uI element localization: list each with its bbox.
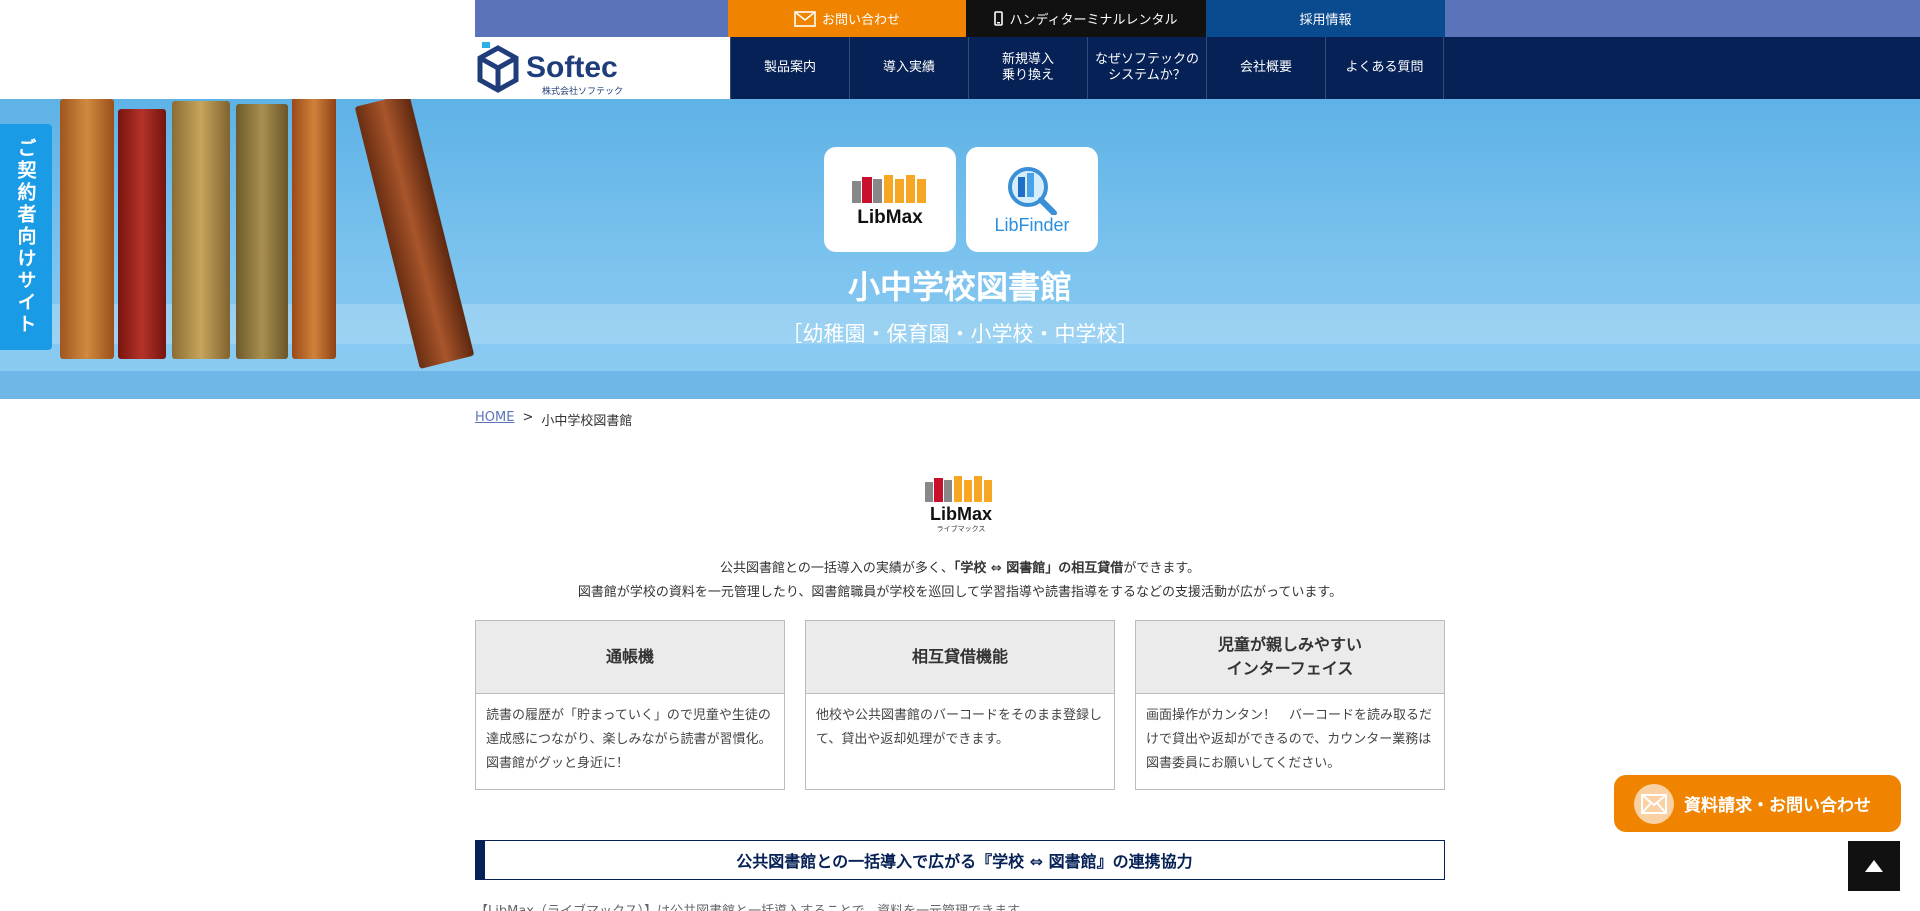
page-subtitle: ［幼稚園・保育園・小学校・中学校］ [781, 322, 1139, 346]
top-rental-label: ハンディターミナルレンタル [1009, 13, 1178, 28]
hero-banner [0, 99, 1920, 399]
intro-line1-post: ができます。 [1123, 561, 1201, 576]
arrow-up-icon [1865, 860, 1883, 872]
page-title: 小中学校図書館 [847, 268, 1072, 306]
intro-text: 公共図書館との一括導入の実績が多く、「学校 ⇔ 図書館」の相互貸借ができます。 … [475, 557, 1445, 605]
top-recruit-link[interactable]: 採用情報 [1206, 0, 1445, 37]
breadcrumb-current: 小中学校図書館 [541, 414, 633, 429]
feature-card-body: 他校や公共図書館のバーコードをそのまま登録して、貸出や返却処理ができます。 [816, 708, 1103, 747]
nav-new-switch[interactable]: 新規導入 乗り換え [968, 37, 1087, 99]
nav-company[interactable]: 会社概要 [1206, 37, 1325, 99]
libmax-logo-name: LibMax [929, 504, 992, 524]
nav-cases[interactable]: 導入実績 [849, 37, 968, 99]
libmax-books-icon [852, 174, 926, 203]
feature-card-interface: 児童が親しみやすい インターフェイス 画面操作がカンタン！ バーコードを読み取る… [1135, 620, 1445, 790]
floating-contact-button[interactable]: 資料請求・お問い合わせ [1614, 775, 1901, 832]
main-nav: 製品案内 導入実績 新規導入 乗り換え なぜソフテックの システムか？ 会社概要… [730, 37, 1444, 99]
intro-line1-pre: 公共図書館との一括導入の実績が多く、 [719, 561, 954, 576]
libmax-logo: LibMax ライブマックス [916, 474, 1006, 540]
intro-line1-bold: 「学校 ⇔ 図書館」の相互貸借 [953, 561, 1124, 576]
logo-text: Softec [526, 51, 618, 84]
libmax-logo-kana: ライブマックス [936, 525, 986, 533]
breadcrumb-home-link[interactable]: HOME [475, 410, 514, 429]
feature-card-body: 画面操作がカンタン！ バーコードを読み取るだけで貸出や返却ができるので、カウンタ… [1146, 708, 1433, 771]
feature-card-title: 通帳機 [476, 621, 784, 694]
nav-faq[interactable]: よくある質問 [1325, 37, 1444, 99]
libmax-app-name: LibMax [857, 206, 923, 228]
feature-card-interlibrary: 相互貸借機能 他校や公共図書館のバーコードをそのまま登録して、貸出や返却処理がで… [805, 620, 1115, 790]
feature-card-passbook: 通帳機 読書の履歴が「貯まっていく」ので児童や生徒の達成感につながり、楽しみなが… [475, 620, 785, 790]
top-contact-label: お問い合わせ [821, 13, 900, 28]
breadcrumb-separator: > [522, 410, 534, 425]
mobile-icon [994, 11, 1004, 26]
contract-customer-tab[interactable]: ご契約者向けサイト [0, 124, 52, 350]
libfinder-app-icon[interactable]: LibFinder [966, 147, 1098, 252]
site-logo[interactable]: Softec 株式会社ソフテック [476, 40, 636, 97]
page: お問い合わせ ハンディターミナルレンタル 採用情報 Softec 株式会社ソフテ… [0, 0, 1920, 911]
section-body-text: 【LibMax（ライブマックス）】は公共図書館と一括導入することで、資料を一元管… [475, 900, 1445, 911]
top-contact-link[interactable]: お問い合わせ [728, 0, 966, 37]
feature-card-title: 児童が親しみやすい インターフェイス [1136, 621, 1444, 694]
mail-icon [1634, 783, 1674, 824]
magnifier-icon [1008, 167, 1057, 215]
libmax-books-icon [925, 476, 992, 502]
hero-shelf-edge [0, 371, 1920, 399]
libfinder-app-name: LibFinder [994, 215, 1070, 235]
feature-card-body: 読書の履歴が「貯まっていく」ので児童や生徒の達成感につながり、楽しみながら読書が… [486, 708, 772, 771]
nav-why-softec[interactable]: なぜソフテックの システムか？ [1087, 37, 1206, 99]
intro-line-2: 図書館が学校の資料を一元管理したり、図書館職員が学校を巡回して学習指導や読書指導… [577, 585, 1343, 600]
libmax-app-icon[interactable]: LibMax [824, 147, 956, 252]
topbar-left-bg [0, 0, 475, 37]
nav-products[interactable]: 製品案内 [730, 37, 849, 99]
section-heading: 公共図書館との一括導入で広がる『学校 ⇔ 図書館』の連携協力 [475, 840, 1445, 880]
topbar-right-bg [1445, 0, 1920, 37]
back-to-top-button[interactable] [1848, 841, 1900, 891]
feature-card-title: 相互貸借機能 [806, 621, 1114, 694]
top-recruit-label: 採用情報 [1299, 13, 1352, 28]
floating-contact-label: 資料請求・お問い合わせ [1684, 796, 1871, 816]
cube-logo-icon [477, 42, 519, 93]
mail-icon [794, 10, 816, 27]
breadcrumb: HOME > 小中学校図書館 [475, 410, 632, 429]
top-rental-link[interactable]: ハンディターミナルレンタル [966, 0, 1206, 37]
logo-subtext: 株式会社ソフテック [542, 87, 624, 97]
intro-line-1: 公共図書館との一括導入の実績が多く、「学校 ⇔ 図書館」の相互貸借ができます。 [475, 557, 1445, 581]
